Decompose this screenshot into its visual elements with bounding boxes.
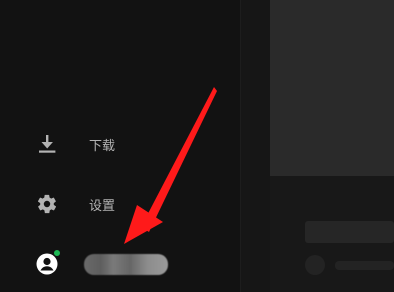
username-redacted[interactable]	[84, 254, 168, 275]
online-status-dot	[54, 250, 60, 256]
skeleton-text	[335, 261, 394, 270]
skeleton-title	[305, 221, 394, 243]
avatar[interactable]	[36, 250, 60, 275]
sidebar-item-profile[interactable]	[0, 244, 240, 284]
sidebar-item-label: 设置	[89, 198, 116, 214]
app-window: 下载 设置	[0, 0, 394, 292]
sidebar-divider	[240, 0, 271, 292]
sidebar-item-download[interactable]: 下载	[0, 124, 240, 164]
main-content	[270, 0, 394, 292]
download-icon	[36, 133, 58, 155]
sidebar: 下载 设置	[0, 0, 240, 292]
sidebar-item-settings[interactable]: 设置	[0, 184, 240, 224]
skeleton-avatar	[305, 255, 325, 275]
sidebar-item-label: 下载	[89, 138, 116, 154]
user-avatar-icon	[36, 253, 58, 275]
hero-placeholder	[270, 0, 394, 176]
gear-icon	[36, 193, 58, 215]
